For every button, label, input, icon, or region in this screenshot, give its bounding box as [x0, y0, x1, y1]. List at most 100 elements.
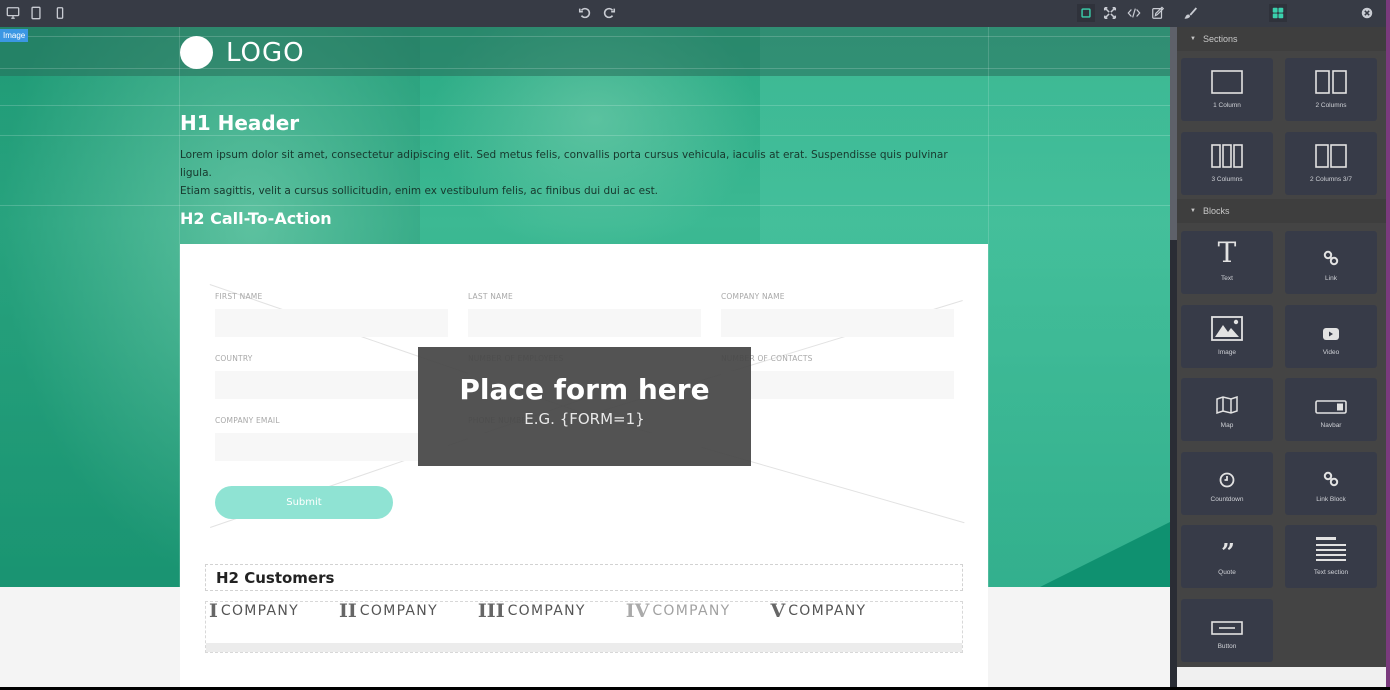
company-name: COMPANY	[652, 603, 731, 619]
redo-icon[interactable]	[600, 4, 618, 22]
hero-paragraph[interactable]: Lorem ipsum dolor sit amet, consectetur …	[180, 146, 980, 200]
button-icon	[1211, 599, 1243, 635]
block-link[interactable]: Link	[1285, 231, 1377, 294]
block-label: Link Block	[1316, 496, 1346, 503]
customer-logo[interactable]: II COMPANY	[339, 600, 438, 622]
last-name-input[interactable]	[468, 309, 701, 337]
desktop-device-icon[interactable]	[4, 4, 22, 22]
h2-call-to-action[interactable]: H2 Call-To-Action	[180, 209, 332, 228]
block-quote[interactable]: ” Quote	[1181, 525, 1273, 588]
logos-footer-bar	[206, 643, 962, 652]
company-name-input[interactable]	[721, 309, 954, 337]
roman-numeral: V	[770, 600, 786, 622]
scrollbar-thumb[interactable]	[1170, 27, 1177, 240]
form-container[interactable]: FIRST NAME LAST NAME COMPANY NAME COUNTR…	[180, 244, 988, 687]
h2-customers: H2 Customers	[216, 569, 335, 587]
customer-logo[interactable]: I COMPANY	[209, 600, 299, 622]
logo-text: LOGO	[226, 37, 305, 68]
style-manager-brush-icon[interactable]	[1181, 4, 1199, 22]
guide-line	[0, 68, 1170, 69]
block-navbar[interactable]: Navbar	[1285, 378, 1377, 441]
tablet-device-icon[interactable]	[27, 4, 45, 22]
country-input[interactable]	[215, 371, 448, 399]
canvas-scrollbar[interactable]	[1170, 27, 1177, 687]
block-countdown[interactable]: Countdown	[1181, 452, 1273, 515]
first-name-input[interactable]	[215, 309, 448, 337]
site-logo[interactable]: LOGO	[180, 36, 305, 69]
guide-line	[0, 135, 1170, 136]
paragraph-line: Etiam sagittis, velit a cursus sollicitu…	[180, 185, 659, 197]
block-3-columns[interactable]: 3 Columns	[1181, 132, 1273, 195]
company-name: COMPANY	[507, 603, 586, 619]
blocks-category-header[interactable]: ▼ Blocks	[1177, 199, 1386, 223]
company-email-input[interactable]	[215, 433, 448, 461]
company-name-field: COMPANY NAME	[721, 292, 954, 337]
two-columns-3-7-icon	[1315, 132, 1347, 168]
selected-component-badge: Image	[0, 29, 29, 42]
block-label: Image	[1217, 349, 1237, 356]
sections-title: Sections	[1202, 34, 1238, 44]
placeholder-subtitle: E.G. {FORM=1}	[524, 410, 645, 428]
block-label: Text section	[1313, 569, 1349, 576]
h1-header[interactable]: H1 Header	[180, 111, 299, 135]
customer-logos-row: I COMPANY II COMPANY III COMPANY IV COMP…	[206, 600, 962, 622]
first-name-field: FIRST NAME	[215, 292, 448, 337]
customer-logo[interactable]: IV COMPANY	[625, 600, 731, 622]
block-label: Countdown	[1210, 496, 1244, 503]
block-label: 2 Columns 3/7	[1310, 176, 1352, 183]
logo-circle-icon	[180, 36, 213, 69]
country-field: COUNTRY	[215, 354, 448, 399]
block-label: 3 Columns	[1211, 176, 1243, 183]
fullscreen-icon[interactable]	[1101, 4, 1119, 22]
quote-icon: ”	[1221, 538, 1235, 567]
one-column-icon	[1211, 58, 1243, 94]
contacts-field: NUMBER OF CONTACTS	[721, 354, 954, 399]
block-1-column[interactable]: 1 Column	[1181, 58, 1273, 121]
block-label: Button	[1217, 643, 1237, 650]
video-icon	[1322, 305, 1340, 341]
customer-logo[interactable]: III COMPANY	[478, 600, 586, 622]
guide-line	[0, 205, 1170, 206]
text-section-icon	[1316, 525, 1346, 561]
map-icon	[1216, 378, 1238, 414]
blocks-grid-icon[interactable]	[1269, 4, 1287, 22]
editor-canvas: LOGO H1 Header Lorem ipsum dolor sit ame…	[0, 27, 1170, 687]
block-image[interactable]: Image	[1181, 305, 1273, 368]
roman-numeral: I	[209, 600, 218, 622]
customers-heading-box[interactable]: H2 Customers	[205, 564, 963, 591]
block-link-block[interactable]: Link Block	[1285, 452, 1377, 515]
mobile-device-icon[interactable]	[51, 4, 69, 22]
field-label: NUMBER OF CONTACTS	[721, 354, 813, 363]
roman-numeral: II	[339, 600, 357, 622]
block-2-columns[interactable]: 2 Columns	[1285, 58, 1377, 121]
import-edit-icon[interactable]	[1149, 4, 1167, 22]
block-2-columns-3-7[interactable]: 2 Columns 3/7	[1285, 132, 1377, 195]
block-map[interactable]: Map	[1181, 378, 1273, 441]
customer-logo[interactable]: V COMPANY	[770, 600, 866, 622]
paragraph-line: Lorem ipsum dolor sit amet, consectetur …	[180, 149, 948, 179]
block-button[interactable]: Button	[1181, 599, 1273, 662]
form-placeholder-overlay[interactable]: Place form here E.G. {FORM=1}	[418, 347, 751, 466]
customer-logos-section[interactable]: I COMPANY II COMPANY III COMPANY IV COMP…	[205, 600, 963, 653]
close-panel-icon[interactable]	[1358, 4, 1376, 22]
block-label: Navbar	[1320, 422, 1342, 429]
text-icon: T	[1217, 236, 1237, 269]
block-label: Map	[1220, 422, 1234, 429]
block-text-section[interactable]: Text section	[1285, 525, 1377, 588]
code-icon[interactable]	[1125, 4, 1143, 22]
undo-icon[interactable]	[576, 4, 594, 22]
sections-category-header[interactable]: ▼ Sections	[1177, 27, 1386, 51]
block-text[interactable]: T Text	[1181, 231, 1273, 294]
component-outline-icon[interactable]	[1077, 4, 1095, 22]
navbar-icon	[1315, 378, 1347, 414]
three-columns-icon	[1211, 132, 1243, 168]
contacts-input[interactable]	[721, 371, 954, 399]
editor-toolbar	[0, 0, 1390, 27]
field-label: LAST NAME	[468, 292, 513, 301]
image-icon	[1211, 305, 1243, 341]
block-video[interactable]: Video	[1285, 305, 1377, 368]
company-name: COMPANY	[359, 603, 438, 619]
guide-line	[0, 105, 1170, 106]
roman-numeral: IV	[625, 600, 650, 622]
submit-button[interactable]: Submit	[215, 486, 393, 519]
